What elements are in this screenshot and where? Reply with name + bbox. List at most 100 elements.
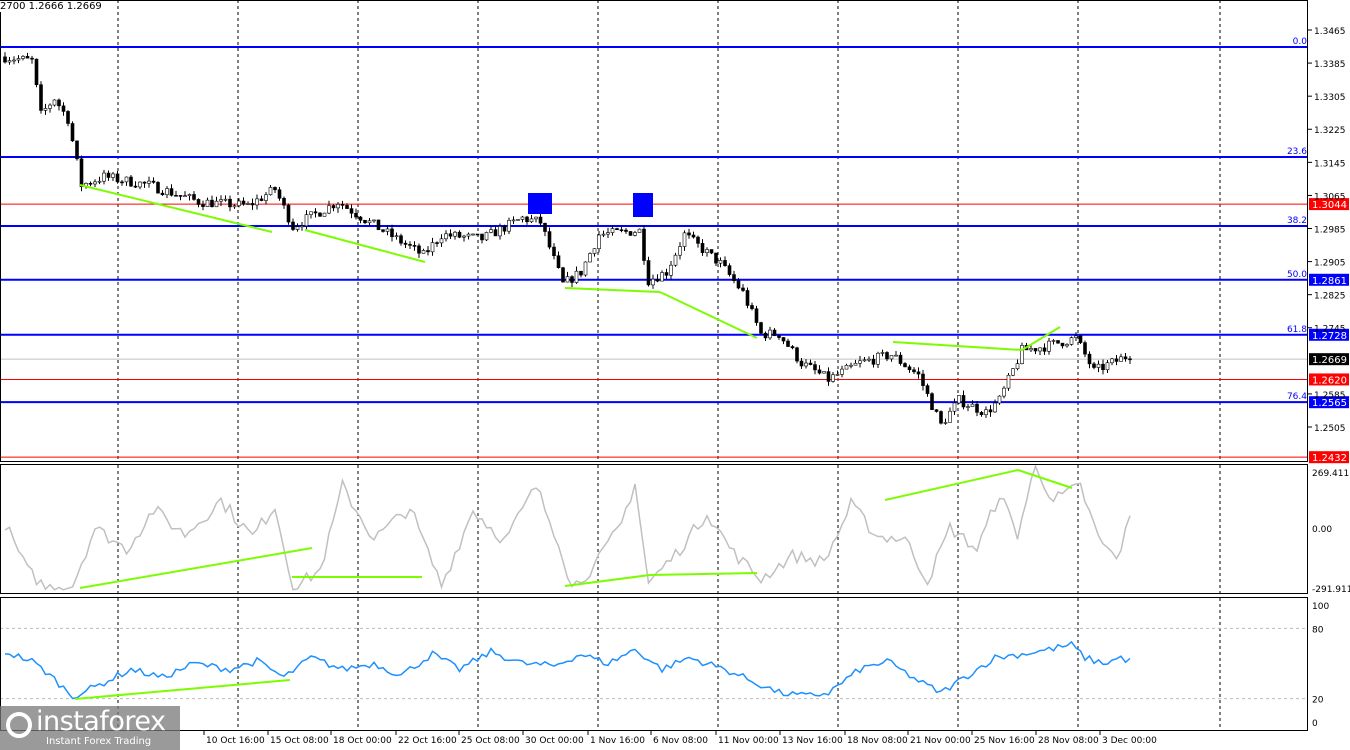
candle-body <box>741 287 745 291</box>
price-tick-label: 1.3225 <box>1314 126 1346 136</box>
price-tick-label: 1.2745 <box>1314 325 1346 335</box>
candle-body <box>277 189 282 199</box>
candle-body <box>898 354 903 364</box>
price-tick-label: 1.3305 <box>1314 93 1346 103</box>
candle-body <box>664 272 669 276</box>
candle-body <box>889 355 894 360</box>
candle-body <box>1119 356 1123 362</box>
candle-body <box>457 231 462 238</box>
logo-name: instaforex <box>36 706 166 737</box>
candle-body <box>538 216 543 224</box>
candle-body <box>894 354 898 357</box>
candle-body <box>988 409 993 413</box>
candle-body <box>543 222 547 232</box>
candle-body <box>399 235 403 244</box>
cci-trendline <box>79 547 313 589</box>
price-tick-label: 1.2825 <box>1314 292 1346 302</box>
candle-body <box>574 270 579 283</box>
candle-body <box>565 276 570 283</box>
candle-body <box>835 374 840 376</box>
candle-body <box>453 231 457 237</box>
instaforex-logo: instaforex Instant Forex Trading <box>0 706 180 750</box>
candle-body <box>93 181 97 185</box>
candle-body <box>313 211 318 214</box>
candle-body <box>552 246 556 257</box>
candle-body <box>219 199 223 202</box>
candle-body <box>421 250 426 254</box>
time-label: 30 Oct 00:00 <box>525 736 584 746</box>
candle-body <box>948 410 952 423</box>
candle-body <box>817 369 822 374</box>
candle-body <box>790 346 795 349</box>
candle-body <box>1056 340 1060 344</box>
candle-body <box>156 182 160 194</box>
candle-body <box>3 56 7 63</box>
candle-body <box>228 198 232 208</box>
cci-max-label: 269.4111 <box>1312 469 1350 479</box>
candle-body <box>259 198 264 201</box>
price-tick-label: 1.2505 <box>1314 424 1346 434</box>
fib-level-label: 0.0 <box>1293 37 1308 47</box>
candle-body <box>1101 363 1105 371</box>
candle-body <box>417 245 421 254</box>
time-label: 25 Nov 16:00 <box>974 736 1035 746</box>
candle-body <box>408 244 412 246</box>
candle-body <box>534 216 538 220</box>
candle-body <box>115 173 120 183</box>
rsi-level-label: 100 <box>1312 602 1329 612</box>
time-label: 22 Oct 16:00 <box>398 736 457 746</box>
candle-body <box>183 195 187 197</box>
candle-body <box>471 233 475 236</box>
candle-body <box>21 56 25 59</box>
top-marker <box>528 193 552 214</box>
candle-body <box>768 329 772 339</box>
candle-body <box>723 260 727 266</box>
candle-body <box>48 104 52 109</box>
candle-body <box>178 195 183 197</box>
candle-body <box>381 229 385 232</box>
candle-body <box>345 205 349 209</box>
candle-body <box>1006 374 1011 389</box>
price-tick-label: 1.2905 <box>1314 259 1346 269</box>
candle-body <box>142 181 147 184</box>
candle-body <box>210 199 214 208</box>
forex-chart[interactable]: 0.023.638.250.061.876.4 1.28611.27281.25… <box>0 0 1350 750</box>
candle-body <box>484 232 489 241</box>
candle-body <box>1029 348 1033 351</box>
candle-body <box>70 123 75 142</box>
candle-body <box>1128 358 1132 361</box>
candle-body <box>403 242 408 245</box>
candle-body <box>331 205 336 209</box>
candle-body <box>903 363 907 368</box>
candle-body <box>673 254 678 266</box>
candle-body <box>718 260 723 264</box>
candle-body <box>516 219 520 221</box>
candle-body <box>961 395 966 408</box>
fib-level-label: 50.0 <box>1287 270 1307 280</box>
candle-body <box>309 211 313 215</box>
candle-body <box>831 374 835 382</box>
candle-body <box>1092 363 1096 368</box>
candle-body <box>372 219 376 222</box>
time-label: 28 Nov 08:00 <box>1038 736 1099 746</box>
candle-body <box>250 203 255 206</box>
candle-body <box>241 200 246 205</box>
candle-body <box>1038 347 1042 352</box>
candle-body <box>7 60 12 63</box>
candle-body <box>79 158 84 187</box>
candle-body <box>934 409 939 412</box>
candle-body <box>502 226 507 232</box>
top-marker <box>633 193 653 217</box>
candle-body <box>376 219 381 231</box>
candle-body <box>655 278 660 282</box>
candle-body <box>444 233 448 240</box>
candle-body <box>147 180 151 184</box>
axes: 1.28611.27281.25651.30441.26201.24321.26… <box>203 27 1350 746</box>
candle-body <box>975 403 979 413</box>
candle-body <box>736 280 741 289</box>
fib-level-label: 61.8 <box>1287 325 1307 335</box>
candle-body <box>979 412 984 416</box>
fib-level-label: 38.2 <box>1287 216 1307 226</box>
time-label: 3 Dec 00:00 <box>1102 736 1157 746</box>
candle-body <box>273 187 277 191</box>
